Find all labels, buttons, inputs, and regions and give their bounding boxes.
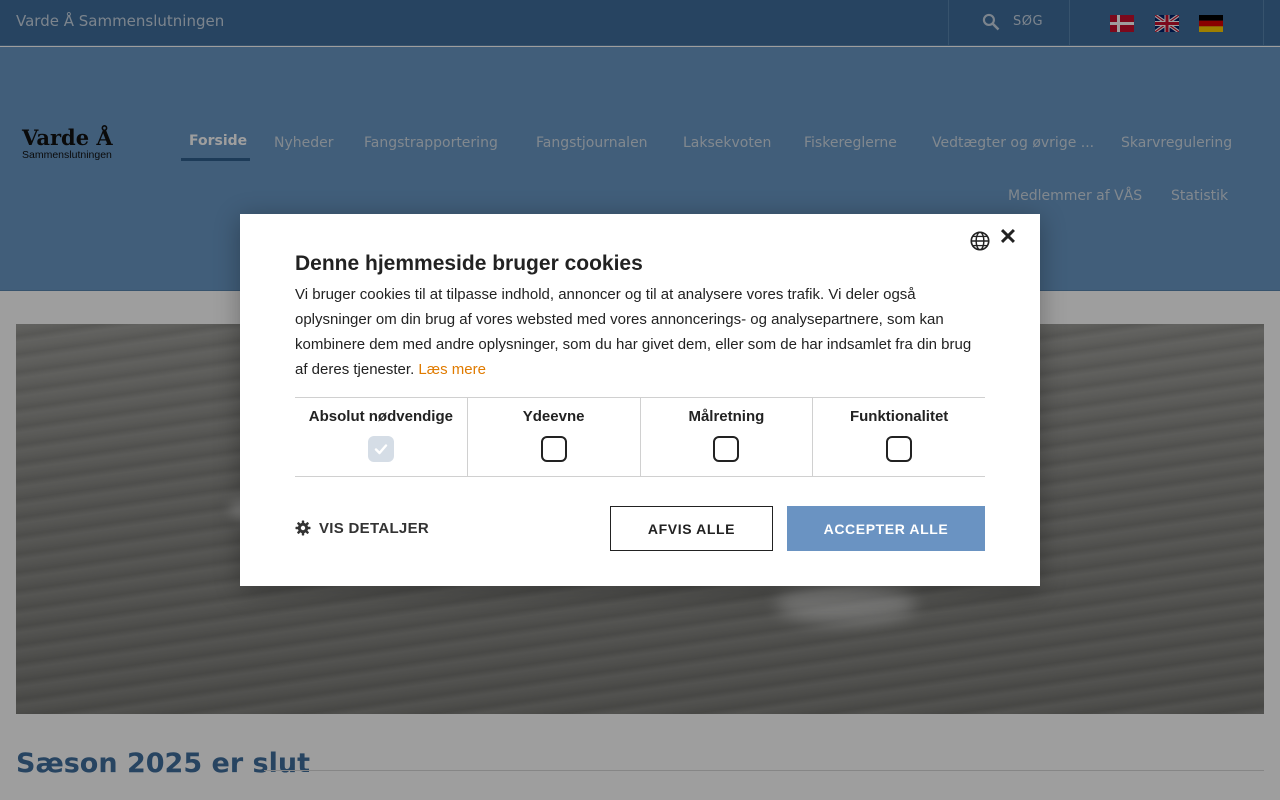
close-icon[interactable]: ✕: [998, 226, 1018, 248]
cookie-description: Vi bruger cookies til at tilpasse indhol…: [295, 286, 972, 378]
cookie-dialog-title: Denne hjemmeside bruger cookies: [295, 252, 643, 275]
category-functionality: Funktionalitet: [813, 398, 985, 476]
category-label: Absolut nødvendige: [308, 408, 453, 425]
performance-checkbox[interactable]: [540, 436, 567, 462]
category-label: Målretning: [688, 408, 765, 425]
show-details-button[interactable]: VIS DETALJER: [295, 518, 429, 538]
reject-all-button[interactable]: AFVIS ALLE: [610, 506, 773, 551]
globe-icon[interactable]: [969, 230, 991, 252]
gear-icon: [295, 520, 311, 536]
category-label: Ydeevne: [522, 408, 585, 425]
category-label: Funktionalitet: [849, 408, 949, 425]
cookie-dialog: ✕ Denne hjemmeside bruger cookies Vi bru…: [240, 214, 1040, 586]
checkmark-icon: [374, 444, 388, 455]
category-performance: Ydeevne: [468, 398, 641, 476]
show-details-label: VIS DETALJER: [319, 519, 430, 537]
category-necessary: Absolut nødvendige: [295, 398, 468, 476]
cookie-categories: Absolut nødvendige Ydeevne Målretning Fu…: [295, 397, 985, 477]
necessary-checkbox: [367, 436, 394, 462]
functionality-checkbox[interactable]: [886, 436, 913, 462]
read-more-link[interactable]: Læs mere: [418, 361, 486, 378]
category-targeting: Målretning: [641, 398, 814, 476]
targeting-checkbox[interactable]: [713, 436, 740, 462]
cookie-dialog-text: Vi bruger cookies til at tilpasse indhol…: [295, 282, 985, 382]
accept-all-button[interactable]: ACCEPTER ALLE: [787, 506, 985, 551]
